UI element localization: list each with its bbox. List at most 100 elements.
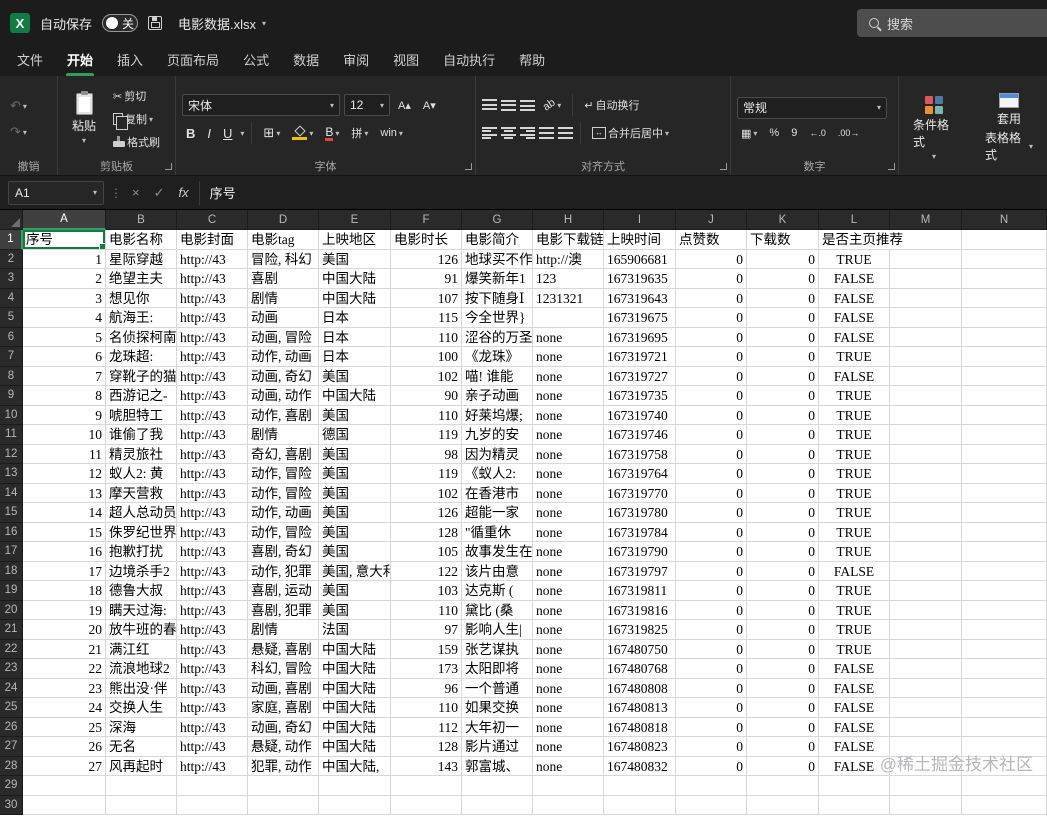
cell-H15[interactable]: none <box>533 503 604 523</box>
cell-I28[interactable]: 167480832 <box>604 756 676 776</box>
cell-L21[interactable]: TRUE <box>819 620 890 640</box>
merge-center-button[interactable]: ↔ 合并后居中 ▾ <box>588 123 673 143</box>
cell-G20[interactable]: 黛比 (桑 <box>462 600 533 620</box>
cell-D18[interactable]: 动作, 犯罪 <box>248 561 319 581</box>
cell-G24[interactable]: 一个普通 <box>462 678 533 698</box>
increase-indent-icon[interactable] <box>558 127 573 139</box>
font-dialog-launcher-icon[interactable] <box>465 163 472 170</box>
cell-L1[interactable]: 是否主页推荐 <box>819 230 903 250</box>
cell-I26[interactable]: 167480818 <box>604 717 676 737</box>
cell-J11[interactable]: 0 <box>676 425 747 445</box>
row-header-17[interactable]: 17 <box>0 542 23 562</box>
cell-I6[interactable]: 167319695 <box>604 327 676 347</box>
cell-B17[interactable]: 抱歉打扰 <box>106 542 177 562</box>
cell-L10[interactable]: TRUE <box>819 405 890 425</box>
cell-A21[interactable]: 20 <box>23 620 106 640</box>
cell-H28[interactable]: none <box>533 756 604 776</box>
cell-F5[interactable]: 115 <box>391 308 462 328</box>
cell-I30[interactable] <box>604 795 676 815</box>
cell-A4[interactable]: 3 <box>23 288 106 308</box>
row-header-24[interactable]: 24 <box>0 678 23 698</box>
cell-H18[interactable]: none <box>533 561 604 581</box>
cell-F21[interactable]: 97 <box>391 620 462 640</box>
cell-D21[interactable]: 剧情 <box>248 620 319 640</box>
copy-button[interactable]: 复制 ▾ <box>109 109 164 130</box>
cell-N2[interactable] <box>962 249 1047 269</box>
column-header-G[interactable]: G <box>462 210 533 230</box>
cell-L23[interactable]: FALSE <box>819 659 890 679</box>
cell-I17[interactable]: 167319790 <box>604 542 676 562</box>
orientation-button[interactable]: ab ▾ <box>539 97 565 114</box>
cell-A24[interactable]: 23 <box>23 678 106 698</box>
cell-J22[interactable]: 0 <box>676 639 747 659</box>
row-header-22[interactable]: 22 <box>0 639 23 659</box>
cell-A10[interactable]: 9 <box>23 405 106 425</box>
cell-F17[interactable]: 105 <box>391 542 462 562</box>
cell-M18[interactable] <box>890 561 962 581</box>
cell-K20[interactable]: 0 <box>747 600 819 620</box>
cell-A11[interactable]: 10 <box>23 425 106 445</box>
cell-L7[interactable]: TRUE <box>819 347 890 367</box>
decrease-font-size-button[interactable]: A▾ <box>419 97 440 114</box>
column-header-M[interactable]: M <box>890 210 962 230</box>
cell-N22[interactable] <box>962 639 1047 659</box>
cell-I10[interactable]: 167319740 <box>604 405 676 425</box>
cell-K2[interactable]: 0 <box>747 249 819 269</box>
cell-H6[interactable]: none <box>533 327 604 347</box>
cell-H30[interactable] <box>533 795 604 815</box>
cell-C16[interactable]: http://43 <box>177 522 248 542</box>
conditional-formatting-button[interactable]: 条件格式 ▾ <box>905 94 963 163</box>
cell-F25[interactable]: 110 <box>391 698 462 718</box>
cell-G18[interactable]: 该片由意 <box>462 561 533 581</box>
cell-J18[interactable]: 0 <box>676 561 747 581</box>
paste-button[interactable]: 粘贴 ▾ <box>64 91 104 147</box>
cell-I29[interactable] <box>604 776 676 796</box>
cell-B5[interactable]: 航海王: <box>106 308 177 328</box>
cell-H4[interactable]: 1231321 <box>533 288 604 308</box>
cell-E27[interactable]: 中国大陆 <box>319 737 391 757</box>
cell-M9[interactable] <box>890 386 962 406</box>
cell-G2[interactable]: 地球买不作 <box>462 249 533 269</box>
cell-E16[interactable]: 美国 <box>319 522 391 542</box>
cell-J8[interactable]: 0 <box>676 366 747 386</box>
tab-data[interactable]: 数据 <box>282 45 330 76</box>
cell-L29[interactable] <box>819 776 890 796</box>
cell-H27[interactable]: none <box>533 737 604 757</box>
cell-K30[interactable] <box>747 795 819 815</box>
row-header-4[interactable]: 4 <box>0 288 23 308</box>
cell-N3[interactable] <box>962 269 1047 289</box>
cell-M5[interactable] <box>890 308 962 328</box>
cell-L14[interactable]: TRUE <box>819 483 890 503</box>
cell-A25[interactable]: 24 <box>23 698 106 718</box>
cell-A3[interactable]: 2 <box>23 269 106 289</box>
cell-G15[interactable]: 超能一家 <box>462 503 533 523</box>
row-header-26[interactable]: 26 <box>0 717 23 737</box>
cell-L3[interactable]: FALSE <box>819 269 890 289</box>
cell-K28[interactable]: 0 <box>747 756 819 776</box>
column-header-I[interactable]: I <box>604 210 676 230</box>
cell-D15[interactable]: 动作, 动画 <box>248 503 319 523</box>
column-header-D[interactable]: D <box>248 210 319 230</box>
row-header-14[interactable]: 14 <box>0 483 23 503</box>
cell-J28[interactable]: 0 <box>676 756 747 776</box>
cell-I19[interactable]: 167319811 <box>604 581 676 601</box>
row-header-12[interactable]: 12 <box>0 444 23 464</box>
cell-J30[interactable] <box>676 795 747 815</box>
cell-J2[interactable]: 0 <box>676 249 747 269</box>
cell-D13[interactable]: 动作, 冒险 <box>248 464 319 484</box>
cell-D10[interactable]: 动作, 喜剧 <box>248 405 319 425</box>
cell-M4[interactable] <box>890 288 962 308</box>
cell-B10[interactable]: 唬胆特工 <box>106 405 177 425</box>
cell-B14[interactable]: 摩天营救 <box>106 483 177 503</box>
cell-D24[interactable]: 动画, 喜剧 <box>248 678 319 698</box>
filename-menu[interactable]: 电影数据.xlsx ▾ <box>178 14 266 33</box>
cell-M7[interactable] <box>890 347 962 367</box>
cell-H1[interactable]: 电影下载链接 <box>533 230 604 250</box>
cell-M24[interactable] <box>890 678 962 698</box>
column-header-F[interactable]: F <box>391 210 462 230</box>
tab-insert[interactable]: 插入 <box>106 45 154 76</box>
cell-M19[interactable] <box>890 581 962 601</box>
cell-A2[interactable]: 1 <box>23 249 106 269</box>
cell-I1[interactable]: 上映时间 <box>604 230 676 250</box>
cell-E5[interactable]: 日本 <box>319 308 391 328</box>
